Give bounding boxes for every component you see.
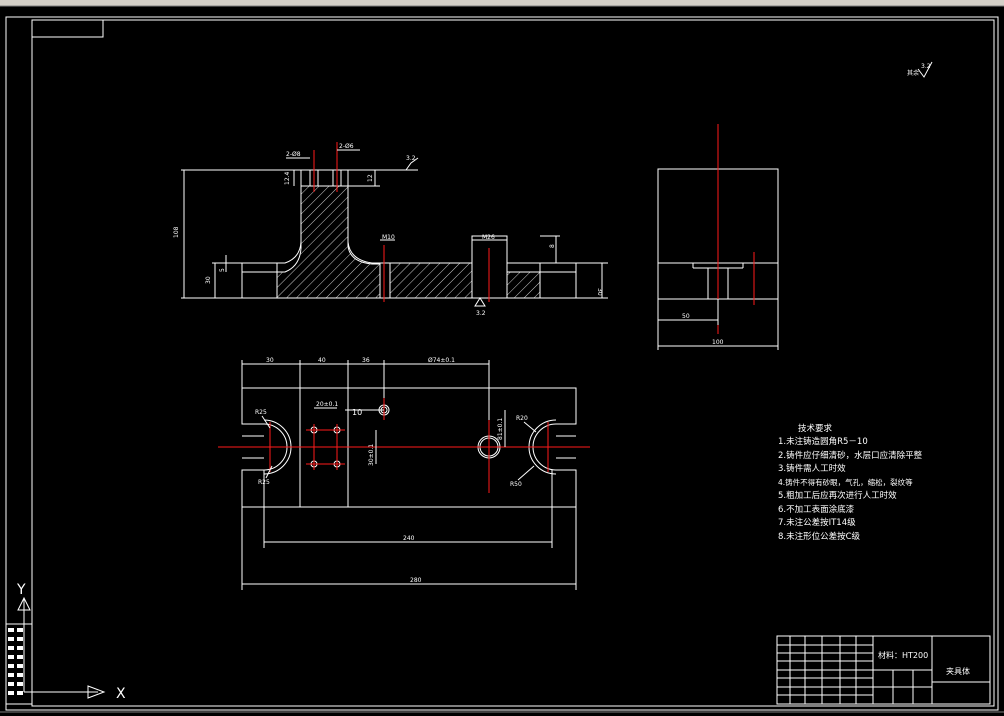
tech-req-item-4: 4.铸件不得有砂眼，气孔，缩松，裂纹等 [778, 477, 913, 487]
roughness-bottom-icon [474, 297, 486, 307]
ucs-y-label: Y [16, 582, 26, 598]
dim-step-small: 5 [219, 268, 226, 272]
cad-drawing-canvas[interactable]: 其余 3.2 108 30 5 30 12.4 12 2-Ø8 2-Ø6 3.2… [0, 0, 1004, 716]
tech-req-item-8: 8.未注形位公差按C级 [778, 531, 861, 542]
dim-plan-30v: 30±0.1 [368, 444, 375, 466]
dim-top-12: 12 [367, 174, 374, 182]
dim-hole-note-2: 2-Ø6 [339, 143, 354, 150]
dim-side-100: 100 [712, 339, 724, 346]
dim-plan-240: 240 [403, 535, 415, 542]
surface-finish-note: 其余 3.2 [907, 61, 933, 78]
dim-m26: M26 [482, 234, 495, 241]
tech-req-item-1: 1.未注铸造圆角R5－10 [778, 436, 868, 447]
dim-plan-81: 81±0.1 [497, 418, 504, 440]
dim-plan-36: 36 [362, 357, 370, 364]
tech-req-title: 技术要求 [798, 423, 833, 434]
dim-roughness-bottom: 3.2 [476, 310, 486, 317]
dim-plan-r20: R20 [516, 415, 528, 422]
outer-frame [5, 16, 999, 711]
dim-plan-74: Ø74±0.1 [428, 357, 455, 364]
dim-plan-40: 40 [318, 357, 326, 364]
toolbar-strip [0, 0, 1004, 6]
dim-plan-30: 30 [266, 357, 274, 364]
side-view: 50 100 [657, 124, 779, 350]
dim-plan-280: 280 [410, 577, 422, 584]
dim-plan-20: 20±0.1 [316, 401, 338, 408]
tech-requirements: 技术要求 1.未注铸造圆角R5－10 2.铸件应仔细清砂，水层口应清除平整 3.… [778, 423, 923, 542]
dim-plan-r25a: R25 [255, 409, 267, 416]
dim-roughness-top: 3.2 [406, 155, 416, 162]
tech-req-item-7: 7.未注公差按IT14级 [778, 517, 856, 528]
hatched-rib [276, 185, 381, 299]
tech-req-item-3: 3.铸件需人工时效 [778, 463, 846, 474]
tech-req-item-2: 2.铸件应仔细清砂，水层口应清除平整 [778, 450, 923, 461]
dim-hole-note-1: 2-Ø8 [286, 151, 301, 158]
surface-note-label: 其余 [907, 69, 919, 77]
dim-base-right: 30 [596, 288, 603, 296]
inner-frame [31, 19, 995, 707]
hatched-base-mid [389, 262, 473, 299]
title-part-name: 夹具体 [946, 666, 970, 676]
title-material: 材料：HT200 [878, 650, 928, 660]
dim-rib-12-4: 12.4 [284, 171, 291, 185]
tech-req-item-6: 6.不加工表面涂底漆 [778, 504, 855, 515]
plan-view: 30 40 36 Ø74±0.1 20±0.1 10 30±0.1 81±0.1… [218, 357, 590, 590]
title-block: 材料：HT200 夹具体 [776, 635, 991, 705]
dim-plan-r50: R50 [510, 481, 522, 488]
dim-side-50: 50 [682, 313, 690, 320]
dim-m10: M10 [382, 234, 395, 241]
dim-depth-8: 8 [549, 244, 556, 248]
dim-height-total: 108 [173, 226, 180, 238]
dim-plan-10: 10 [352, 408, 362, 417]
section-view: 108 30 5 30 12.4 12 2-Ø8 2-Ø6 3.2 M10 M2… [173, 142, 608, 317]
code-box [31, 19, 104, 38]
hatched-base-right [506, 271, 541, 299]
dim-base-left: 30 [205, 276, 212, 284]
tech-req-item-5: 5.粗加工后应再次进行人工时效 [778, 490, 897, 501]
ucs-x-label: X [116, 686, 126, 702]
